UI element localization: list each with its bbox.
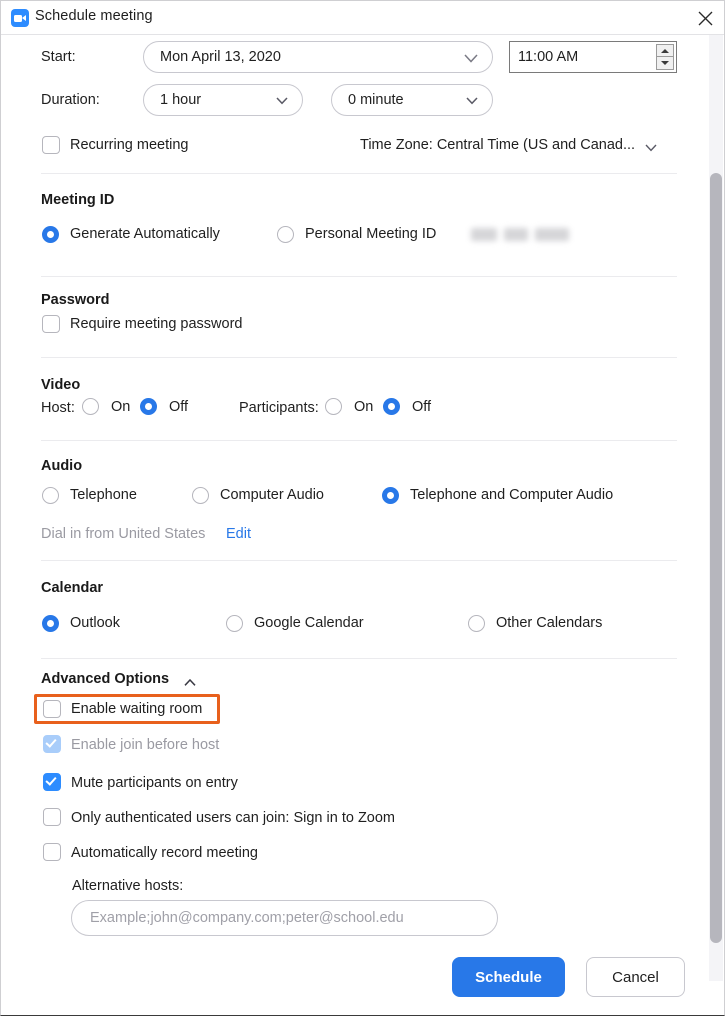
advanced-options-heading[interactable]: Advanced Options xyxy=(41,671,169,687)
enable-waiting-room-checkbox[interactable] xyxy=(43,700,61,718)
zoom-camera-icon xyxy=(11,9,29,27)
enable-waiting-room-label: Enable waiting room xyxy=(71,701,203,717)
chevron-down-icon xyxy=(276,97,288,105)
divider xyxy=(41,276,677,277)
radio-calendar-google[interactable] xyxy=(226,615,243,632)
require-meeting-password-checkbox[interactable] xyxy=(42,315,60,333)
video-host-label: Host: xyxy=(41,400,75,416)
recurring-meeting-label: Recurring meeting xyxy=(70,137,189,153)
radio-calendar-other[interactable] xyxy=(468,615,485,632)
time-spinner-down[interactable] xyxy=(656,57,674,70)
chevron-up-icon[interactable] xyxy=(184,679,196,687)
radio-generate-automatically[interactable] xyxy=(42,226,59,243)
start-time-value: 11:00 AM xyxy=(518,49,579,65)
divider xyxy=(41,440,677,441)
radio-participants-video-off[interactable] xyxy=(383,398,400,415)
label-host-video-on: On xyxy=(111,399,131,415)
mute-participants-on-entry-label: Mute participants on entry xyxy=(71,775,238,791)
label-personal-meeting-id: Personal Meeting ID xyxy=(305,226,437,242)
dialog-content: Start: Mon April 13, 2020 11:00 AM Durat… xyxy=(1,35,709,1015)
only-authenticated-users-checkbox[interactable] xyxy=(43,808,61,826)
close-icon[interactable] xyxy=(692,6,718,30)
video-participants-label: Participants: xyxy=(239,400,319,416)
label-participants-video-off: Off xyxy=(412,399,432,415)
divider xyxy=(41,560,677,561)
chevron-down-icon xyxy=(464,54,478,63)
start-date-value: Mon April 13, 2020 xyxy=(160,49,281,65)
label-participants-video-on: On xyxy=(354,399,374,415)
duration-minutes-dropdown[interactable]: 0 minute xyxy=(331,84,493,116)
alternative-hosts-input[interactable] xyxy=(71,900,498,936)
recurring-meeting-checkbox[interactable] xyxy=(42,136,60,154)
radio-host-video-off[interactable] xyxy=(140,398,157,415)
radio-audio-computer[interactable] xyxy=(192,487,209,504)
divider xyxy=(41,357,677,358)
chevron-down-icon xyxy=(466,97,478,105)
dial-in-text: Dial in from United States xyxy=(41,526,206,542)
audio-heading: Audio xyxy=(41,458,83,474)
radio-host-video-on[interactable] xyxy=(82,398,99,415)
chevron-down-icon[interactable] xyxy=(645,144,657,152)
meeting-id-heading: Meeting ID xyxy=(41,192,115,208)
duration-minutes-value: 0 minute xyxy=(348,92,404,108)
start-date-dropdown[interactable]: Mon April 13, 2020 xyxy=(143,41,493,73)
divider xyxy=(41,658,677,659)
time-spinner[interactable] xyxy=(656,44,674,70)
label-audio-telephone: Telephone xyxy=(70,487,137,503)
personal-meeting-id-redacted xyxy=(471,228,569,241)
window-title: Schedule meeting xyxy=(35,8,153,24)
vertical-scrollbar[interactable] xyxy=(709,35,723,981)
automatically-record-meeting-checkbox[interactable] xyxy=(43,843,61,861)
start-time-field[interactable]: 11:00 AM xyxy=(509,41,677,73)
radio-calendar-outlook[interactable] xyxy=(42,615,59,632)
schedule-button-label: Schedule xyxy=(475,968,542,986)
cancel-button-label: Cancel xyxy=(612,968,659,986)
timezone-label[interactable]: Time Zone: Central Time (US and Canad... xyxy=(360,137,635,153)
label-audio-telephone-and-computer: Telephone and Computer Audio xyxy=(410,487,614,503)
radio-audio-telephone-and-computer[interactable] xyxy=(382,487,399,504)
title-bar: Schedule meeting xyxy=(1,1,724,35)
password-heading: Password xyxy=(41,292,110,308)
radio-audio-telephone[interactable] xyxy=(42,487,59,504)
schedule-meeting-dialog: Schedule meeting Start: Mon April 13, 20… xyxy=(0,0,725,1016)
video-heading: Video xyxy=(41,377,81,393)
scrollbar-thumb[interactable] xyxy=(710,173,722,943)
radio-personal-meeting-id[interactable] xyxy=(277,226,294,243)
label-calendar-outlook: Outlook xyxy=(70,615,120,631)
divider xyxy=(41,173,677,174)
schedule-button[interactable]: Schedule xyxy=(452,957,565,997)
label-audio-computer: Computer Audio xyxy=(220,487,324,503)
duration-label: Duration: xyxy=(41,92,100,108)
cancel-button[interactable]: Cancel xyxy=(586,957,685,997)
label-host-video-off: Off xyxy=(169,399,189,415)
enable-join-before-host-label: Enable join before host xyxy=(71,737,220,753)
enable-join-before-host-checkbox xyxy=(43,735,61,753)
require-meeting-password-label: Require meeting password xyxy=(70,316,243,332)
only-authenticated-users-label: Only authenticated users can join: Sign … xyxy=(71,810,396,826)
radio-participants-video-on[interactable] xyxy=(325,398,342,415)
label-calendar-other: Other Calendars xyxy=(496,615,603,631)
time-spinner-up[interactable] xyxy=(656,44,674,57)
duration-hours-value: 1 hour xyxy=(160,92,202,108)
start-label: Start: xyxy=(41,49,76,65)
automatically-record-meeting-label: Automatically record meeting xyxy=(71,845,258,861)
label-generate-automatically: Generate Automatically xyxy=(70,226,220,242)
edit-dial-in-link[interactable]: Edit xyxy=(226,526,251,542)
alternative-hosts-label: Alternative hosts: xyxy=(72,878,184,894)
calendar-heading: Calendar xyxy=(41,580,104,596)
mute-participants-on-entry-checkbox[interactable] xyxy=(43,773,61,791)
duration-hours-dropdown[interactable]: 1 hour xyxy=(143,84,303,116)
label-calendar-google: Google Calendar xyxy=(254,615,364,631)
